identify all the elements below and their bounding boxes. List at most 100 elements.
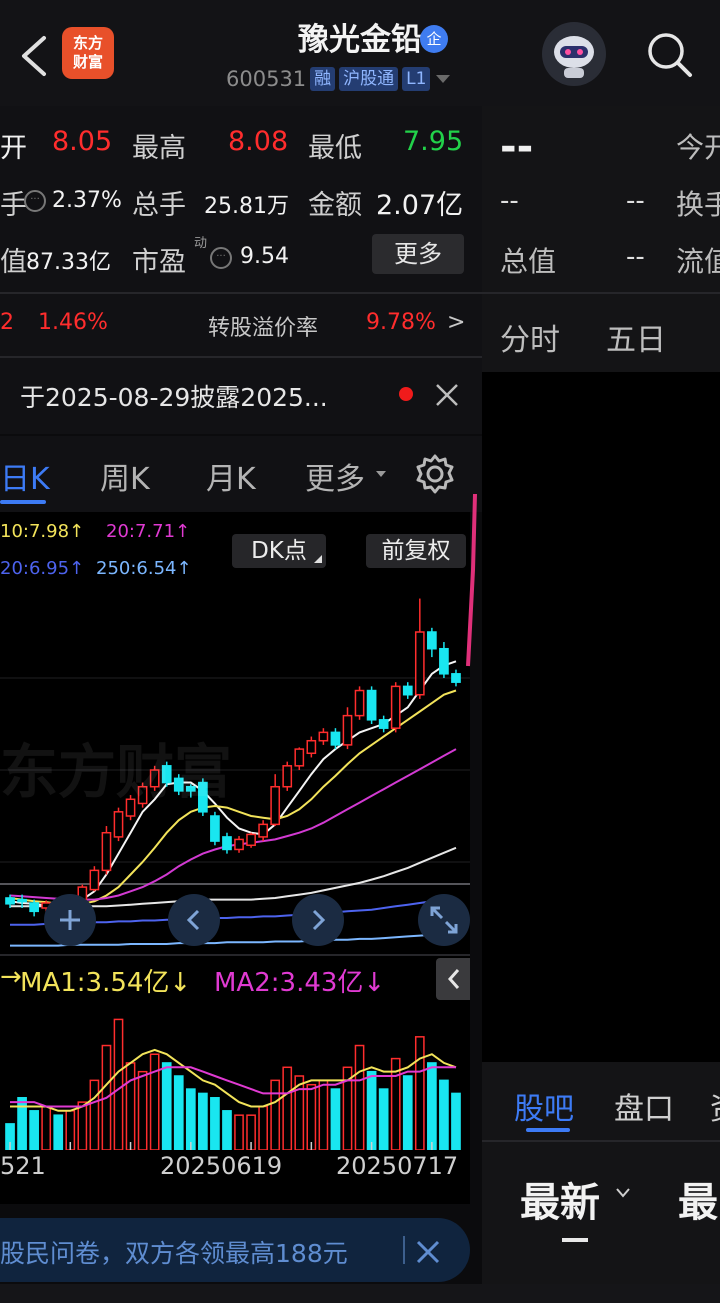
- volume-chart[interactable]: [0, 1002, 470, 1150]
- candle-body-32: [390, 685, 401, 729]
- price-placeholder: --: [500, 124, 534, 170]
- volume-bar-13: [161, 1062, 172, 1150]
- right-chart-area[interactable]: [482, 372, 720, 1062]
- open-label: 开: [0, 133, 27, 164]
- high-value: 8.08: [228, 126, 289, 157]
- sort-hottest[interactable]: 最: [678, 1170, 718, 1228]
- vol-ma1-label: MA1:3.54亿↓: [20, 968, 192, 998]
- tab-five-day[interactable]: 五日: [606, 315, 666, 359]
- candle-body-25: [306, 739, 317, 755]
- candle-body-27: [330, 731, 341, 746]
- volume-bar-3: [41, 1105, 52, 1150]
- pe-info-icon[interactable]: ···: [210, 247, 232, 269]
- candle-body-29: [354, 689, 365, 717]
- dk-point-button[interactable]: DK点: [232, 534, 326, 568]
- stock-code-line[interactable]: 600531 融 沪股通 L1: [226, 64, 452, 94]
- volume-bar-4: [53, 1114, 64, 1150]
- back-arrow-icon[interactable]: [14, 30, 54, 82]
- volume-bar-36: [439, 1079, 449, 1150]
- bottom-toolbar: [0, 1284, 720, 1303]
- ma10-label: 10:7.98↑: [0, 521, 85, 542]
- info-icon[interactable]: ···: [24, 190, 46, 212]
- survey-banner-text[interactable]: 股民问卷，双方各领最高188元: [0, 1234, 348, 1270]
- convertible-change: 2: [0, 310, 14, 335]
- announcement-text[interactable]: 于2025-08-29披露2025...: [20, 378, 328, 414]
- candle-body-20: [246, 833, 256, 847]
- more-button[interactable]: 更多: [372, 234, 464, 274]
- premium-chevron-icon[interactable]: >: [447, 310, 465, 335]
- volume-label: 总手: [132, 190, 186, 221]
- date-label-end: 20250717: [336, 1152, 459, 1180]
- volume-bar-9: [113, 1018, 124, 1150]
- pe-dynamic-mark: 动: [194, 236, 208, 251]
- candle-body-30: [366, 689, 377, 721]
- candle-body-28: [342, 714, 353, 746]
- chevron-left-small-icon: [447, 969, 460, 989]
- volume-bar-33: [402, 1075, 413, 1150]
- adjust-mode-button[interactable]: 前复权: [366, 534, 466, 568]
- volume-bar-30: [366, 1070, 377, 1150]
- ma250-label: 250:6.54↑: [96, 558, 192, 579]
- volume-bar-22: [270, 1079, 281, 1150]
- notice-divider: [0, 356, 482, 358]
- candle-body-0: [5, 897, 15, 905]
- close-icon[interactable]: [434, 382, 460, 408]
- open-value: 8.05: [52, 126, 113, 157]
- expand-icon: [430, 906, 458, 934]
- change-pct-placeholder: --: [626, 186, 645, 216]
- float-value-label: 流值: [676, 245, 720, 278]
- search-icon[interactable]: [643, 28, 695, 80]
- candle-body-19: [234, 838, 244, 851]
- turnover-label: 手: [0, 190, 27, 221]
- sort-underline: [562, 1238, 588, 1242]
- volume-bar-37: [451, 1092, 461, 1150]
- pe-value: 9.54: [240, 244, 289, 269]
- volume-bar-15: [185, 1088, 196, 1150]
- volume-bar-6: [77, 1101, 88, 1150]
- candle-body-7: [89, 869, 100, 891]
- premium-label: 转股溢价率: [208, 316, 319, 341]
- tab-order-book[interactable]: 盘口: [614, 1084, 674, 1128]
- tab-more[interactable]: 更多: [305, 454, 365, 498]
- volume-bar-7: [89, 1079, 100, 1150]
- tab-intraday[interactable]: 分时: [500, 315, 560, 359]
- eastmoney-logo[interactable]: 东方 财富: [62, 27, 114, 79]
- vol-ma2-label: MA2:3.43亿↓: [214, 968, 386, 998]
- settings-gear-icon[interactable]: [414, 453, 456, 495]
- change-placeholder: --: [500, 186, 519, 216]
- candle-body-26: [318, 731, 329, 742]
- amount-label: 金额: [308, 190, 362, 221]
- tab-month-k[interactable]: 月K: [206, 454, 256, 498]
- candle-body-31: [378, 719, 389, 729]
- logo-line2: 财富: [72, 53, 103, 71]
- tab-week-k[interactable]: 周K: [100, 454, 150, 498]
- level-tag: L1: [402, 67, 431, 91]
- candle-body-37: [451, 673, 461, 683]
- sort-dropdown-icon[interactable]: [614, 1186, 632, 1200]
- tab-day-k[interactable]: 日K: [0, 454, 50, 498]
- intraday-line-fragment: [466, 493, 477, 667]
- tab-funds[interactable]: 资: [710, 1084, 720, 1128]
- volume-bar-18: [222, 1110, 232, 1150]
- assistant-robot-icon[interactable]: [542, 22, 606, 86]
- volume-bar-34: [414, 1036, 425, 1150]
- date-label-mid: 20250619: [160, 1152, 283, 1180]
- date-label-start: 521: [0, 1152, 46, 1180]
- total-value-label: 总值: [500, 245, 557, 278]
- turnover-value: 2.37%: [52, 188, 122, 213]
- banner-close-icon[interactable]: [414, 1238, 442, 1266]
- chevron-right-icon: [312, 909, 326, 931]
- volume-bar-35: [427, 1062, 437, 1150]
- candle-body-17: [210, 815, 220, 842]
- volume-bar-26: [318, 1079, 329, 1150]
- sort-latest[interactable]: 最新: [520, 1170, 600, 1228]
- unread-dot: [399, 387, 413, 401]
- low-value: 7.95: [403, 126, 464, 157]
- turnover-label-right: 换手: [676, 188, 720, 221]
- volume-bar-14: [173, 1075, 184, 1150]
- stock-code: 600531: [226, 67, 307, 91]
- ma20-label: 20:7.71↑: [106, 521, 191, 542]
- volume-value: 25.81万: [204, 194, 289, 219]
- tab-guba[interactable]: 股吧: [514, 1084, 574, 1128]
- pe-label: 市盈: [132, 247, 186, 278]
